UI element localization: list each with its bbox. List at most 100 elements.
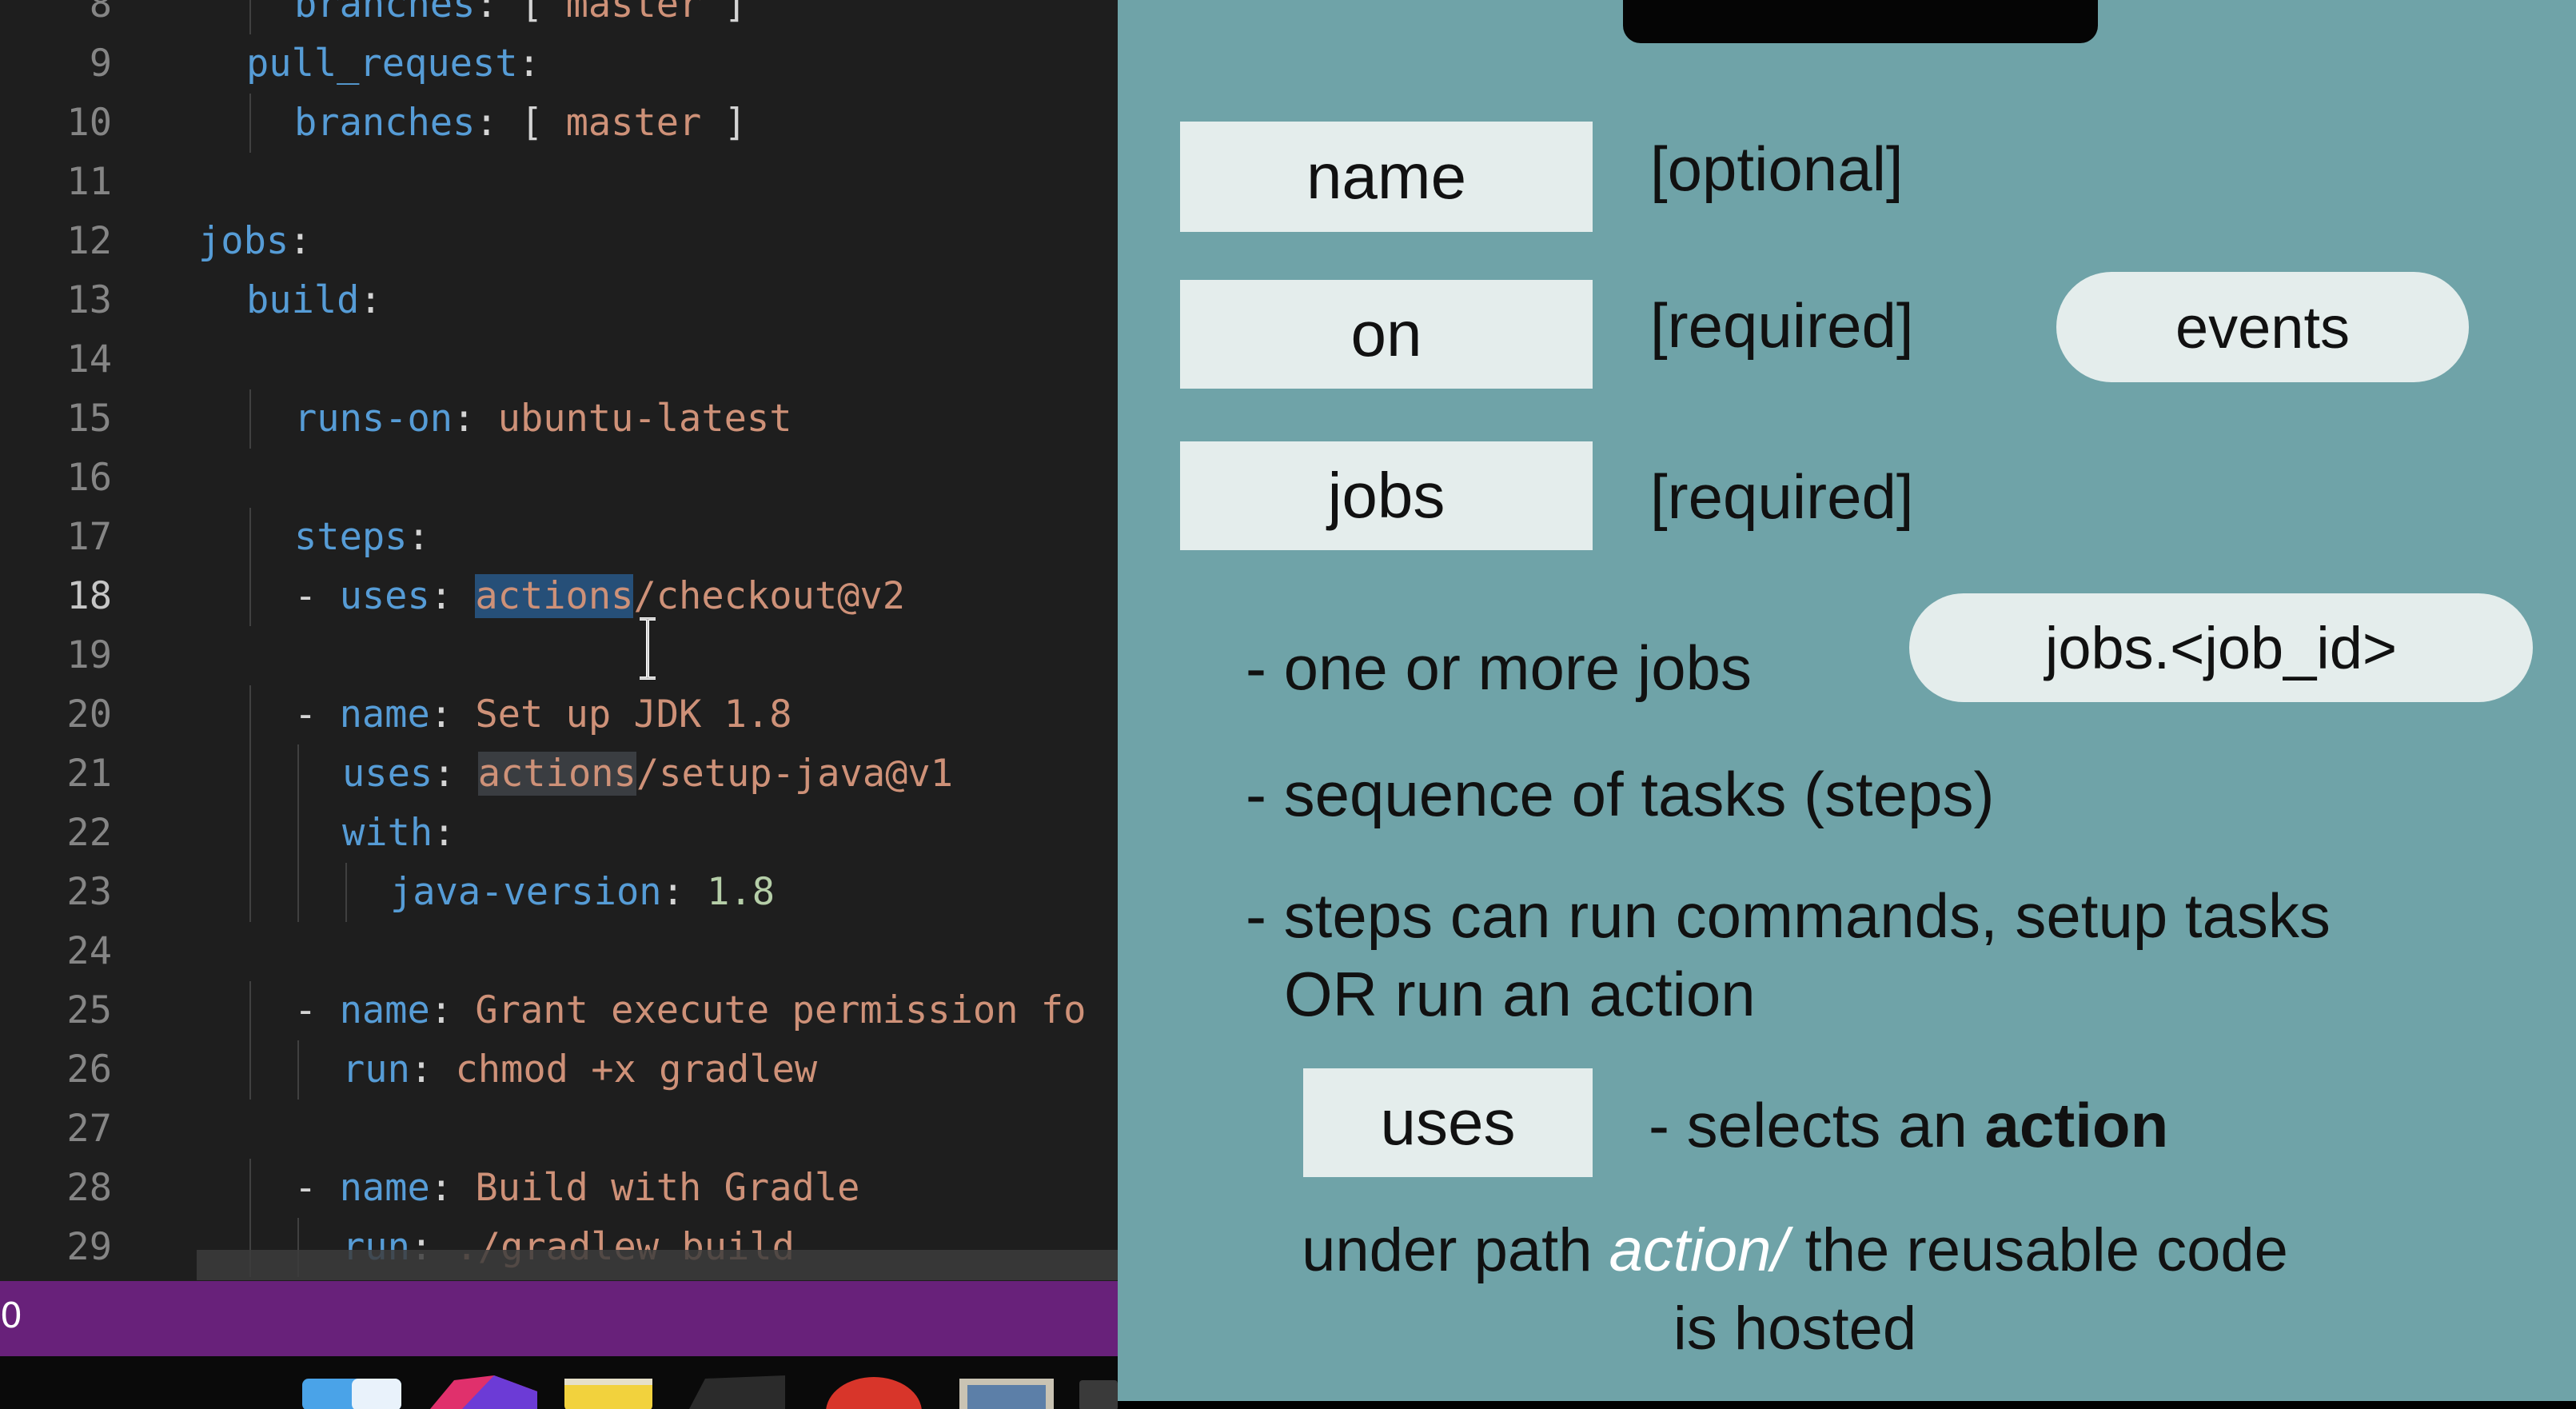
line-code[interactable]: - uses: actions/checkout@v2 xyxy=(294,567,905,626)
code-token: : xyxy=(429,1166,476,1210)
line-code[interactable]: with: xyxy=(342,804,455,863)
footer-italic-path: action/ xyxy=(1609,1216,1788,1284)
code-line[interactable]: 23 java-version: 1.8 xyxy=(0,863,1118,922)
code-line[interactable]: 28 - name: Build with Gradle xyxy=(0,1159,1118,1218)
code-token: ] xyxy=(701,101,747,145)
line-code[interactable]: uses: actions/setup-java@v1 xyxy=(342,744,953,804)
indent-guide xyxy=(297,1040,299,1100)
line-code[interactable]: - name: Build with Gradle xyxy=(294,1159,859,1218)
code-line[interactable]: 15 runs-on: ubuntu-latest xyxy=(0,389,1118,449)
code-token: pull_request xyxy=(246,42,518,86)
line-number: 18 xyxy=(66,574,112,618)
code-editor[interactable]: 8 branches: [ master ] 9 pull_request: 10 bra… xyxy=(0,0,1118,1281)
bullet-steps-line2: OR run an action xyxy=(1284,959,1756,1029)
code-token: : xyxy=(517,42,540,86)
line-code[interactable]: build: xyxy=(246,271,382,330)
code-line[interactable]: 8 branches: [ master ] xyxy=(0,0,1118,34)
code-token: - xyxy=(294,988,340,1032)
line-number: 10 xyxy=(66,101,112,145)
line-code[interactable]: run: chmod +x gradlew xyxy=(342,1040,817,1100)
line-code[interactable]: branches: [ master ] xyxy=(294,0,747,34)
line-number: 12 xyxy=(66,219,112,263)
code-token: : xyxy=(661,870,708,914)
code-line[interactable]: 22 with: xyxy=(0,804,1118,863)
code-token: - xyxy=(294,1166,340,1210)
code-line[interactable]: 27 xyxy=(0,1100,1118,1159)
code-line[interactable]: 14 xyxy=(0,330,1118,389)
code-token: /setup-java@v1 xyxy=(636,752,954,796)
code-line[interactable]: 24 xyxy=(0,922,1118,981)
code-line[interactable]: 11 xyxy=(0,153,1118,212)
chrome-app-icon[interactable] xyxy=(825,1375,923,1409)
footer-line1: under path action/ the reusable code xyxy=(1118,1215,2576,1285)
indent-guide xyxy=(249,94,251,153)
line-code[interactable]: branches: [ master ] xyxy=(294,94,747,153)
code-token: ] xyxy=(701,0,747,26)
code-token: with xyxy=(342,811,433,855)
name-keyword-box: name xyxy=(1180,122,1593,232)
indent-guide xyxy=(249,863,251,922)
code-token: steps xyxy=(294,515,408,559)
app-icon-partial[interactable] xyxy=(1079,1375,1118,1409)
uses-keyword: uses xyxy=(1380,1087,1516,1158)
indent-guide xyxy=(249,567,251,626)
code-token: : xyxy=(409,1048,456,1092)
code-token: Set up JDK 1.8 xyxy=(475,693,792,736)
line-code[interactable]: - name: Grant execute permission fo xyxy=(294,981,1086,1040)
events-pill: events xyxy=(2056,272,2469,382)
line-code[interactable]: steps: xyxy=(294,508,430,567)
code-line[interactable]: 17 steps: xyxy=(0,508,1118,567)
line-code[interactable]: pull_request: xyxy=(246,34,540,94)
code-line[interactable]: 18 - uses: actions/checkout@v2 xyxy=(0,567,1118,626)
code-line[interactable]: 16 xyxy=(0,449,1118,508)
code-token: - xyxy=(294,693,340,736)
slide-bottom-bar xyxy=(1118,1401,2576,1409)
line-code[interactable]: runs-on: ubuntu-latest xyxy=(294,389,792,449)
code-token: run xyxy=(342,1048,410,1092)
code-token: uses xyxy=(339,574,430,618)
code-line[interactable]: 21 uses: actions/setup-java@v1 xyxy=(0,744,1118,804)
line-number: 22 xyxy=(66,811,112,855)
code-token: Build with Gradle xyxy=(475,1166,860,1210)
line-number: 23 xyxy=(66,870,112,914)
code-line[interactable]: 13 build: xyxy=(0,271,1118,330)
name-requirement: [optional] xyxy=(1650,134,1904,204)
line-code[interactable]: java-version: 1.8 xyxy=(390,863,775,922)
code-token: jobs xyxy=(198,219,289,263)
code-token: build xyxy=(246,278,360,322)
code-token: master xyxy=(565,101,702,145)
code-line[interactable]: 26 run: chmod +x gradlew xyxy=(0,1040,1118,1100)
line-code[interactable]: jobs: xyxy=(198,212,311,271)
preview-app-icon[interactable] xyxy=(959,1375,1054,1409)
uses-description-bold: action xyxy=(1984,1090,2169,1160)
notes-app-icon[interactable] xyxy=(564,1375,652,1409)
code-token: master xyxy=(565,0,702,26)
indent-guide xyxy=(297,863,299,922)
code-line[interactable]: 25 - name: Grant execute permission fo xyxy=(0,981,1118,1040)
indent-guide xyxy=(249,0,251,34)
indent-guide xyxy=(249,981,251,1040)
terminal-app-icon[interactable] xyxy=(689,1375,785,1409)
jobs-keyword-box: jobs xyxy=(1180,441,1593,550)
intellij-app-icon[interactable] xyxy=(430,1375,537,1409)
line-number: 27 xyxy=(66,1107,112,1151)
code-line[interactable]: 9 pull_request: xyxy=(0,34,1118,94)
code-token: : xyxy=(433,811,456,855)
code-line[interactable]: 19 xyxy=(0,626,1118,685)
code-token: : xyxy=(429,988,476,1032)
code-token: : xyxy=(359,278,382,322)
horizontal-scrollbar[interactable] xyxy=(197,1250,1118,1280)
code-token: 1.8 xyxy=(707,870,776,914)
on-keyword: on xyxy=(1350,298,1422,369)
on-keyword-box: on xyxy=(1180,280,1593,389)
code-line[interactable]: 10 branches: [ master ] xyxy=(0,94,1118,153)
finder-app-icon[interactable] xyxy=(302,1375,401,1409)
code-line[interactable]: 20 - name: Set up JDK 1.8 xyxy=(0,685,1118,744)
code-line[interactable]: 12 jobs: xyxy=(0,212,1118,271)
line-code[interactable]: - name: Set up JDK 1.8 xyxy=(294,685,792,744)
code-token: /checkout@v2 xyxy=(633,574,906,618)
line-number: 21 xyxy=(66,752,112,796)
footer-line2: is hosted xyxy=(1673,1295,1917,1363)
job-id-label: jobs.<job_id> xyxy=(2044,614,2398,681)
slide-panel: name [optional] on [required] events job… xyxy=(1118,0,2576,1401)
